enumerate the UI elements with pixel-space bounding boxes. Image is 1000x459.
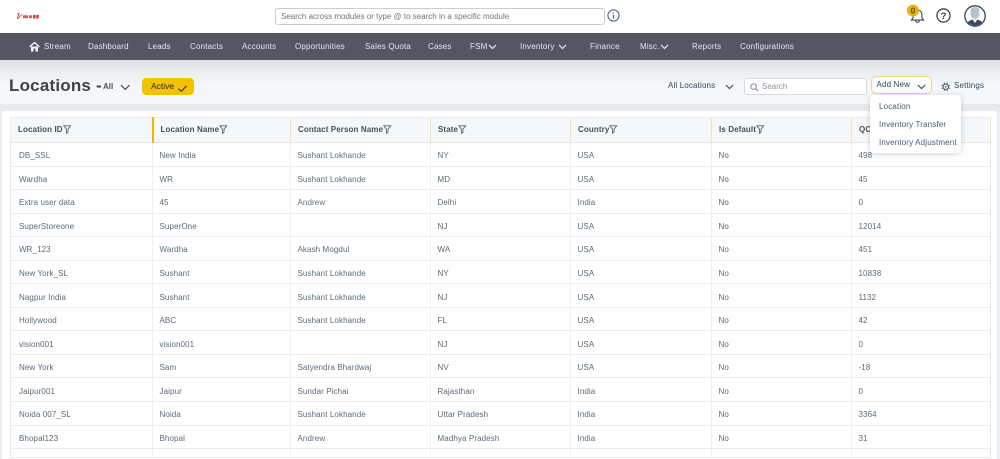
svg-text:0: 0	[911, 6, 916, 16]
svg-text:?: ?	[941, 11, 947, 22]
